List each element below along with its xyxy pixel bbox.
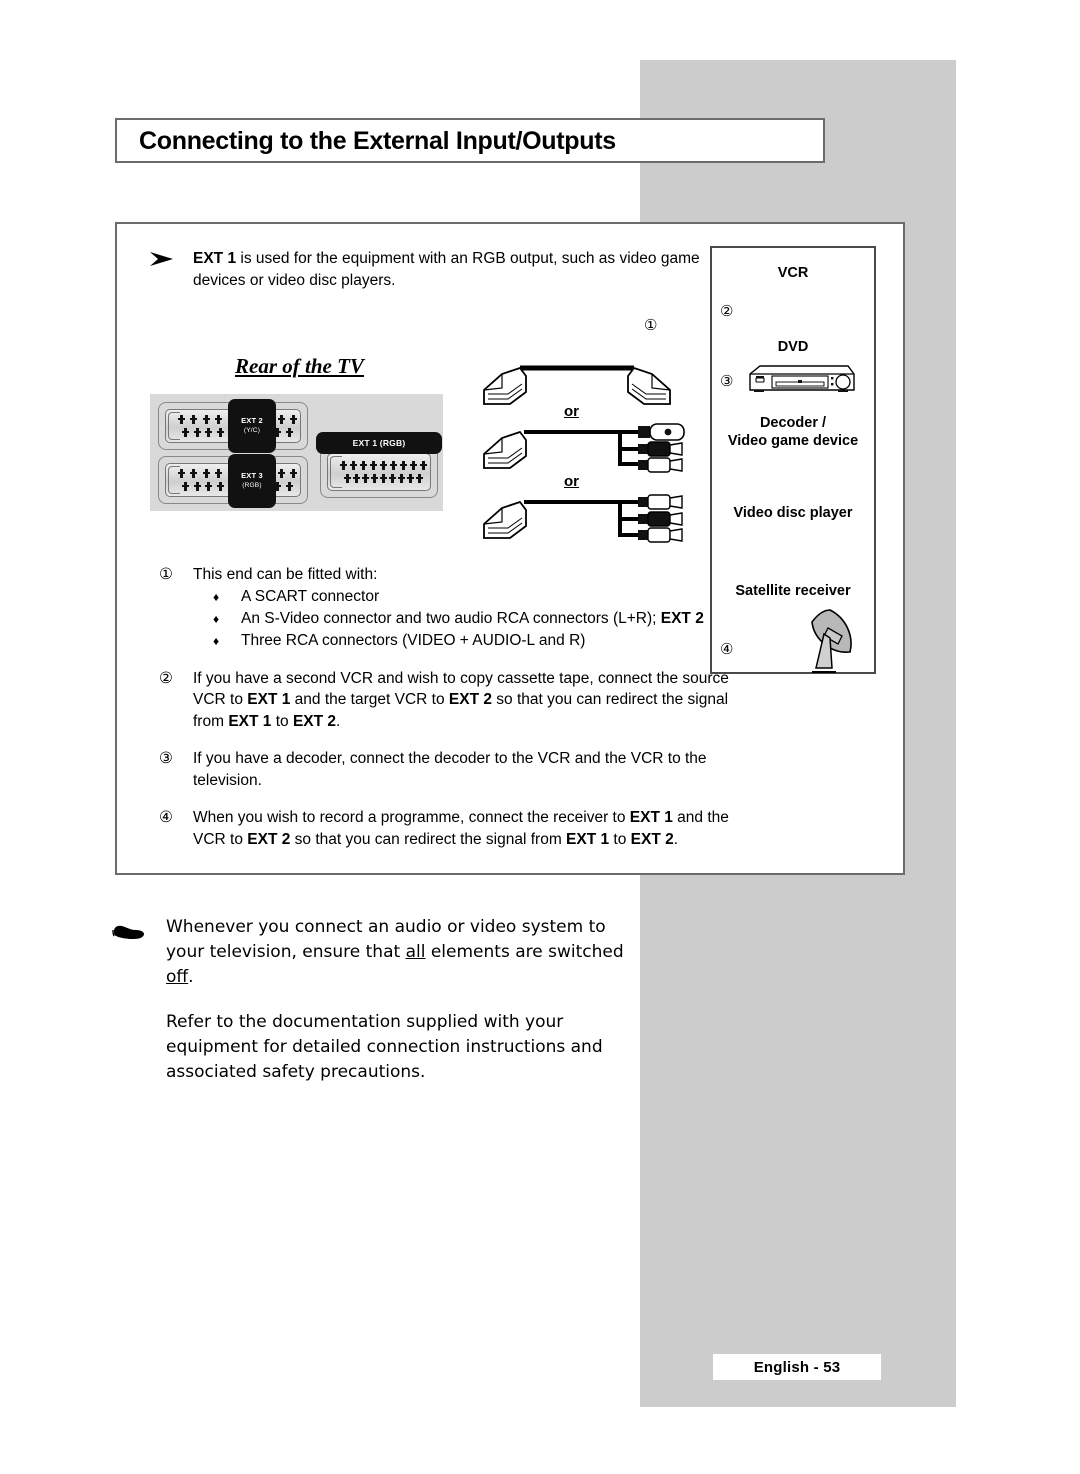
scart-pins <box>340 460 427 484</box>
page-title: Connecting to the External Input/Outputs <box>139 127 616 155</box>
scart-socket-ext1-inner <box>327 453 431 491</box>
pin-row-bottom <box>342 473 425 483</box>
note-1-sub-bullets: ♦ A SCART connector ♦ An S-Video connect… <box>193 586 749 652</box>
sub-bullet-2-text: An S-Video connector and two audio RCA c… <box>241 609 661 627</box>
sub-bullet-2-bold: EXT 2 <box>660 609 704 627</box>
intro-text: EXT 1 is used for the equipment with an … <box>193 248 719 292</box>
scart-panel-graphic: EXT 2 (Y/C) EXT 3 (RGB) EXT 1 (RGB) <box>150 394 443 511</box>
device-label-satellite-receiver: Satellite receiver <box>735 583 851 599</box>
scart-label-ext3: EXT 3 (RGB) <box>228 454 276 508</box>
cable-scart-to-svideo-rca <box>483 423 685 473</box>
note-item-3: ③ If you have a decoder, connect the dec… <box>149 748 749 791</box>
or-label-1: or <box>564 403 579 420</box>
safety-note-paragraph-2: Refer to the documentation supplied with… <box>166 1012 603 1082</box>
rca-plug-video-icon <box>638 494 683 510</box>
sub-bullet-2: ♦ An S-Video connector and two audio RCA… <box>193 608 749 630</box>
cable-diagram-svg <box>483 365 685 543</box>
device-number-4: ④ <box>720 641 734 658</box>
device-label-decoder-2: Video game device <box>727 433 859 449</box>
diamond-bullet-icon: ♦ <box>213 633 220 648</box>
note-text-1: This end can be fitted with: <box>193 566 378 583</box>
safety-note-underline-off: off <box>166 967 189 987</box>
device-number-2: ② <box>720 303 734 320</box>
notes-list: ① This end can be fitted with: ♦ A SCART… <box>149 564 749 866</box>
scart-bevel <box>330 456 342 488</box>
or-label-2: or <box>564 473 579 490</box>
cable-scart-to-scart <box>483 365 671 405</box>
pin-row-top <box>340 460 427 470</box>
footer-page-label: English - 53 <box>753 1358 841 1376</box>
rca-plug-audio-l-icon <box>638 511 683 527</box>
safety-note-underline-all: all <box>405 942 426 962</box>
rca-plug-audio-icon <box>638 457 683 473</box>
note-number-2: ② <box>159 669 173 687</box>
note-item-2: ② If you have a second VCR and wish to c… <box>149 668 749 733</box>
arrow-bullet-icon <box>150 252 173 266</box>
cable-scart-to-3rca <box>483 494 683 543</box>
safety-note-block: Whenever you connect an audio or video s… <box>112 915 632 1105</box>
safety-note-p1-c: . <box>188 967 194 987</box>
scart-bevel <box>168 466 180 494</box>
diamond-bullet-icon: ♦ <box>213 611 220 626</box>
note-text-4: When you wish to record a programme, con… <box>193 809 729 848</box>
note-text-2: If you have a second VCR and wish to cop… <box>193 669 729 730</box>
scart-label-ext2: EXT 2 (Y/C) <box>228 399 276 453</box>
dvd-player-icon <box>749 365 855 392</box>
callout-number-1: ① <box>644 317 658 334</box>
scart-label-ext3-sub: (RGB) <box>242 482 262 489</box>
sub-bullet-1: ♦ A SCART connector <box>193 586 749 608</box>
footer-page-pill: English - 53 <box>713 1354 881 1380</box>
intro-rest: is used for the equipment with an RGB ou… <box>193 250 700 289</box>
device-list-box: VCR ② DVD ③ Decoder / Video game device … <box>710 246 876 674</box>
safety-note-paragraph-1: Whenever you connect an audio or video s… <box>166 915 632 990</box>
safety-note-p1-b: elements are switched <box>425 942 624 962</box>
rca-plug-audio-r-icon <box>638 527 683 543</box>
device-number-3: ③ <box>720 373 734 390</box>
sub-bullet-3-text: Three RCA connectors (VIDEO + AUDIO-L an… <box>241 631 586 649</box>
note-item-4: ④ When you wish to record a programme, c… <box>149 807 749 850</box>
satellite-dish-icon <box>811 609 852 673</box>
rear-of-tv-label: Rear of the TV <box>235 354 364 378</box>
device-label-dvd: DVD <box>777 339 809 355</box>
intro-bold-lead: EXT 1 <box>193 250 237 267</box>
pointing-hand-icon <box>112 925 144 939</box>
device-label-video-disc-player: Video disc player <box>733 505 853 521</box>
cable-diagrams: or or <box>462 354 692 554</box>
intro-paragraph: EXT 1 is used for the equipment with an … <box>149 248 719 292</box>
page-title-box: Connecting to the External Input/Outputs <box>115 118 825 163</box>
device-label-decoder: Decoder / <box>759 415 827 431</box>
scart-bevel <box>168 412 180 440</box>
sub-bullet-1-text: A SCART connector <box>241 587 380 605</box>
note-number-4: ④ <box>159 809 173 826</box>
note-text-3: If you have a decoder, connect the decod… <box>193 750 707 789</box>
note-number-3: ③ <box>159 750 173 767</box>
scart-label-ext2-sub: (Y/C) <box>243 427 261 434</box>
scart-label-ext2-name: EXT 2 <box>241 416 263 425</box>
sub-bullet-3: ♦ Three RCA connectors (VIDEO + AUDIO-L … <box>193 630 749 652</box>
scart-label-ext3-name: EXT 3 <box>241 471 263 480</box>
rca-plug-video-icon <box>638 441 683 457</box>
note-number-1: ① <box>159 566 173 583</box>
scart-label-ext1: EXT 1 (RGB) <box>316 432 442 454</box>
diamond-bullet-icon: ♦ <box>213 589 220 604</box>
scart-label-ext1-name: EXT 1 (RGB) <box>352 438 406 448</box>
device-label-vcr: VCR <box>777 265 809 281</box>
note-item-1: ① This end can be fitted with: ♦ A SCART… <box>149 564 749 652</box>
s-video-plug-icon <box>638 423 685 441</box>
